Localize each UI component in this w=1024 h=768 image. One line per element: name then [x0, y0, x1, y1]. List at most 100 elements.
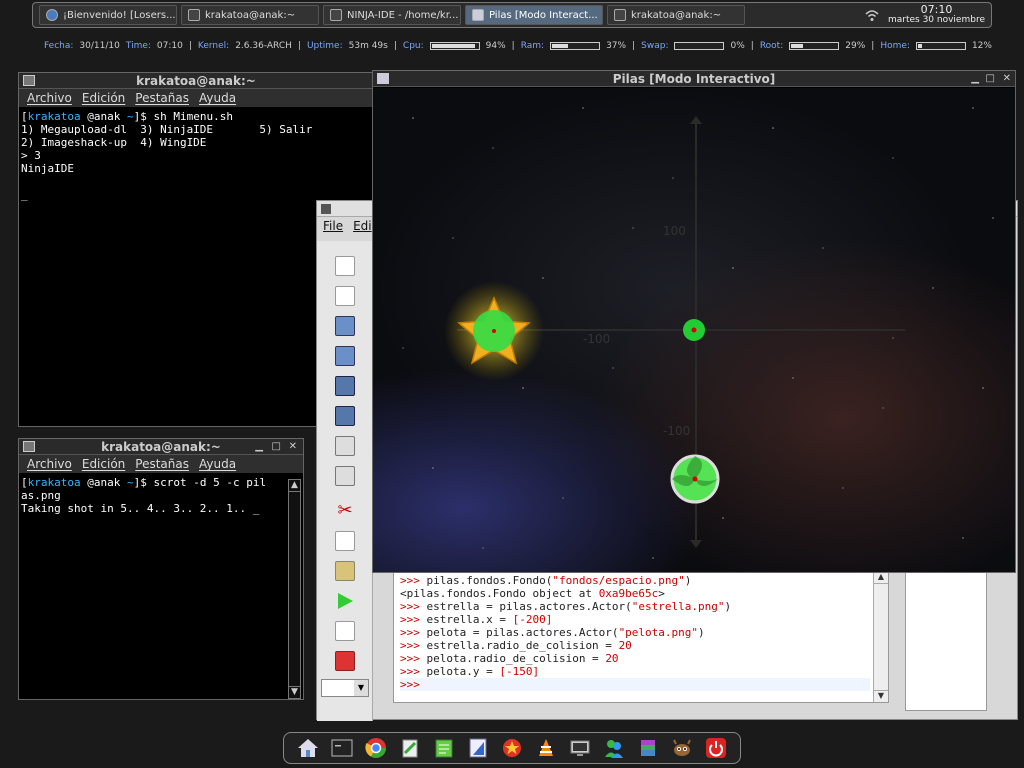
pilas-window-icon	[377, 73, 389, 84]
clock-time: 07:10	[920, 3, 953, 16]
split-horizontal-icon[interactable]	[335, 466, 355, 486]
run-file-icon[interactable]	[335, 621, 355, 641]
pilas-canvas[interactable]: 100 -100 -100	[373, 88, 1015, 572]
system-tray: 07:10 martes 30 noviembre	[864, 4, 985, 26]
clock-date: martes 30 noviembre	[887, 15, 985, 25]
estrella-actor[interactable]	[434, 271, 554, 391]
menu-archivo[interactable]: Archivo	[27, 457, 72, 471]
task-ninja-ide[interactable]: NINJA-IDE - /home/kr...	[323, 5, 461, 25]
menu-archivo[interactable]: Archivo	[27, 91, 72, 105]
run-icon[interactable]	[335, 591, 355, 611]
ram-value: 37%	[606, 41, 627, 51]
terminal-icon	[23, 441, 35, 452]
vlc-icon[interactable]	[532, 736, 560, 760]
scroll-up-icon[interactable]: ▲	[874, 572, 888, 584]
taskbar: ¡Bienvenido! [Losers... krakatoa@anak:~ …	[32, 2, 992, 28]
messenger-icon[interactable]	[600, 736, 628, 760]
menu-file[interactable]: File	[323, 219, 343, 233]
clock[interactable]: 07:10 martes 30 noviembre	[888, 4, 985, 26]
notes-icon[interactable]	[430, 736, 458, 760]
console-line: <pilas.fondos.Fondo object at 0xa9be65c>	[400, 587, 665, 600]
close-icon[interactable]: ✕	[1003, 71, 1011, 87]
scroll-up-icon[interactable]: ▲	[289, 480, 300, 492]
maximize-icon[interactable]: □	[272, 439, 281, 455]
swap-bar	[674, 42, 725, 50]
power-icon[interactable]	[702, 736, 730, 760]
wifi-icon[interactable]	[864, 8, 880, 22]
editor-icon[interactable]	[396, 736, 424, 760]
open-folder-icon[interactable]	[335, 316, 355, 336]
minimize-icon[interactable]: ▁	[971, 71, 979, 87]
new-file-icon[interactable]	[335, 256, 355, 276]
python-console[interactable]: >>> pilas.fondos.Fondo("fondos/espacio.p…	[393, 571, 889, 703]
pilas-titlebar[interactable]: Pilas [Modo Interactivo] ▁ □ ✕	[373, 71, 1015, 87]
close-icon[interactable]: ✕	[289, 439, 297, 455]
save-all-icon[interactable]	[335, 406, 355, 426]
gimp-icon[interactable]	[668, 736, 696, 760]
system-monitor: Fecha: 30/11/10 Time: 07:10 | Kernel: 2.6.3…	[44, 41, 992, 51]
terminal-2-output[interactable]: [krakatoa @anak ~]$ scrot -d 5 -c pil as…	[19, 473, 303, 518]
cut-icon[interactable]: ✂	[335, 501, 355, 521]
scroll-down-icon[interactable]: ▼	[289, 686, 300, 698]
console-selector[interactable]: ▼	[321, 679, 369, 697]
menu-edicion[interactable]: Edición	[82, 457, 125, 471]
ide-icon[interactable]	[464, 736, 492, 760]
menu-edicion[interactable]: Edición	[82, 91, 125, 105]
game-icon[interactable]	[498, 736, 526, 760]
task-terminal-1[interactable]: krakatoa@anak:~	[181, 5, 319, 25]
terminal-window-2: krakatoa@anak:~ ▁ □ ✕ Archivo Edición Pe…	[18, 438, 304, 700]
console-line: >>> pelota.radio_de_colision = 20	[400, 652, 619, 665]
copy-icon[interactable]	[335, 531, 355, 551]
terminal-1-titlebar[interactable]: krakatoa@anak:~	[19, 73, 373, 89]
menu-pestanas[interactable]: Pestañas	[135, 91, 189, 105]
browser-icon	[46, 9, 58, 21]
split-vertical-icon[interactable]	[335, 436, 355, 456]
x-label-neg-100: -100	[583, 332, 611, 346]
task-browser[interactable]: ¡Bienvenido! [Losers...	[39, 5, 177, 25]
monitor-icon[interactable]	[566, 736, 594, 760]
terminal-icon[interactable]	[328, 736, 356, 760]
console-line: >>> estrella.x = [-200]	[400, 613, 553, 626]
home-bar	[915, 42, 966, 50]
menu-ayuda[interactable]: Ayuda	[199, 91, 236, 105]
terminal-2-titlebar[interactable]: krakatoa@anak:~ ▁ □ ✕	[19, 439, 303, 455]
terminal-2-menubar: Archivo Edición Pestañas Ayuda	[19, 455, 303, 473]
home-icon[interactable]	[294, 736, 322, 760]
minimize-icon[interactable]: ▁	[255, 439, 263, 455]
scroll-down-icon[interactable]: ▼	[874, 690, 888, 702]
terminal-1-output[interactable]: [krakatoa @anak ~]$ sh Mimenu.sh 1) Mega…	[19, 107, 373, 204]
console-line: >>> estrella = pilas.actores.Actor("estr…	[400, 600, 732, 613]
terminal-icon	[188, 9, 200, 21]
pelota-actor[interactable]	[669, 453, 721, 505]
chrome-icon[interactable]	[362, 736, 390, 760]
y-label-neg-100: -100	[663, 424, 691, 438]
fecha-value: 30/11/10	[79, 41, 120, 51]
swap-label: Swap:	[641, 41, 669, 51]
archive-icon[interactable]	[634, 736, 662, 760]
maximize-icon[interactable]: □	[986, 71, 995, 87]
cpu-value: 94%	[485, 41, 506, 51]
dock	[283, 732, 741, 764]
new-project-icon[interactable]	[335, 286, 355, 306]
open-project-icon[interactable]	[335, 346, 355, 366]
root-bar	[789, 42, 840, 50]
paste-icon[interactable]	[335, 561, 355, 581]
task-terminal-2[interactable]: krakatoa@anak:~	[607, 5, 745, 25]
menu-edit[interactable]: Edi	[353, 219, 372, 233]
task-pilas[interactable]: Pilas [Modo Interact...	[465, 5, 603, 25]
kernel-label: Kernel:	[197, 41, 230, 51]
terminal-1-menubar: Archivo Edición Pestañas Ayuda	[19, 89, 373, 107]
menu-pestanas[interactable]: Pestañas	[135, 457, 189, 471]
console-input-line[interactable]: >>>	[400, 678, 870, 691]
pilas-window-icon	[472, 9, 484, 21]
stop-icon[interactable]	[335, 651, 355, 671]
menu-ayuda[interactable]: Ayuda	[199, 457, 236, 471]
save-icon[interactable]	[335, 376, 355, 396]
y-axis-arrow-bottom-icon	[690, 540, 702, 548]
pilas-title: Pilas [Modo Interactivo]	[612, 72, 776, 86]
terminal-icon	[614, 9, 626, 21]
pilas-window: Pilas [Modo Interactivo] ▁ □ ✕ 100 -100 …	[372, 70, 1016, 573]
root-value: 29%	[845, 41, 866, 51]
terminal-2-scrollbar[interactable]: ▲ ▼	[288, 479, 301, 699]
console-scrollbar[interactable]: ▲ ▼	[873, 572, 888, 702]
